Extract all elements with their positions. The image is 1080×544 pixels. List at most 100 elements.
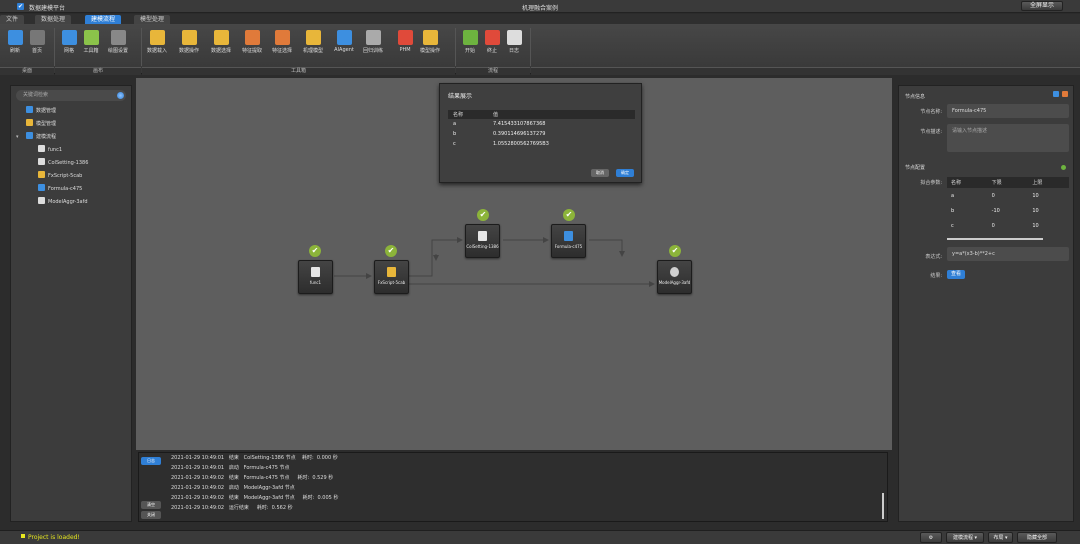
chevron-down-icon[interactable]: ▾ bbox=[16, 131, 19, 144]
node-desc-field[interactable]: 请输入节点描述 bbox=[947, 124, 1069, 152]
ribbon-button-label: 终止 bbox=[486, 48, 497, 54]
ribbon-button-ai-agent[interactable]: AIAgent bbox=[330, 28, 358, 60]
title-bar: ✔ 数据建模平台 机理融合案例 全屏显示 bbox=[0, 0, 1080, 13]
close-log-button[interactable]: 关闭 bbox=[141, 511, 161, 519]
refresh-icon[interactable] bbox=[1053, 91, 1059, 97]
ribbon-button-label: 开始 bbox=[464, 48, 475, 54]
node-label: ColSetting-1386 bbox=[466, 244, 499, 249]
view-result-button[interactable]: 查看 bbox=[947, 270, 965, 279]
tab-file[interactable]: 文件 bbox=[0, 15, 25, 24]
node-name-field[interactable]: Formula-c475 bbox=[947, 104, 1069, 118]
node-label: FxScript-5cab bbox=[377, 280, 406, 285]
cell-value: 1.05528005627695B3 bbox=[493, 141, 549, 147]
clear-log-button[interactable]: 清空 bbox=[141, 501, 161, 509]
params-scrollbar[interactable] bbox=[947, 238, 1043, 240]
ribbon-button-phm[interactable]: PHM bbox=[394, 28, 416, 60]
cell-name: b bbox=[951, 207, 955, 214]
tree-item-label: ColSetting-1386 bbox=[48, 160, 89, 166]
hide-all-button[interactable]: 隐藏全部 bbox=[1017, 532, 1057, 543]
cell-low[interactable]: 0 bbox=[988, 218, 1029, 233]
table-row[interactable]: c 0 10 bbox=[947, 218, 1069, 233]
ribbon-button-data-op[interactable]: 数据操作 bbox=[175, 28, 203, 60]
layout-dropdown-button[interactable]: 布局 ▾ bbox=[988, 532, 1013, 543]
search-input[interactable]: 关键词检索 bbox=[16, 90, 126, 101]
ribbon-button-log[interactable]: 日志 bbox=[503, 28, 525, 60]
tree-item[interactable]: 模型管理 bbox=[16, 118, 128, 131]
ribbon-button-data-load[interactable]: 数据载入 bbox=[143, 28, 171, 60]
ribbon-button-gear[interactable]: 绘图设置 bbox=[104, 28, 132, 60]
log-line: 2021-01-29 10:49:02 结束 ModelAggr-3afd 节点… bbox=[171, 495, 339, 501]
cell-name: c bbox=[453, 141, 456, 147]
cell-low[interactable]: -10 bbox=[988, 203, 1029, 218]
ribbon-button-play[interactable]: 开始 bbox=[459, 28, 481, 60]
refresh-icon bbox=[7, 30, 23, 45]
ribbon-button-feature-extract[interactable]: 特征提取 bbox=[238, 28, 266, 60]
table-row[interactable]: b -10 10 bbox=[947, 203, 1069, 218]
fullscreen-button[interactable]: 全屏显示 bbox=[1021, 1, 1063, 11]
tree-item[interactable]: ▾ 建模流程 bbox=[16, 131, 128, 144]
flow-canvas[interactable]: func1 ✔ FxScript-5cab ✔ ColSetting-1386 … bbox=[136, 78, 892, 450]
toolbox-icon bbox=[83, 30, 99, 45]
ribbon-button-mechanism-model[interactable]: 机理模型 bbox=[299, 28, 327, 60]
log-scrollbar[interactable] bbox=[882, 493, 884, 519]
success-check-icon: ✔ bbox=[669, 245, 681, 257]
tree-item[interactable]: FxScript-5cab bbox=[16, 170, 128, 183]
tree-item-label: FxScript-5cab bbox=[48, 173, 83, 179]
ribbon-button-label: 日志 bbox=[508, 48, 519, 54]
ribbon-button-stop[interactable]: 终止 bbox=[481, 28, 503, 60]
log-line: 2021-01-29 10:49:02 结束 Formula-c475 节点 耗… bbox=[171, 475, 334, 481]
node-colsetting[interactable]: ColSetting-1386 bbox=[465, 224, 500, 258]
ribbon-button-label: 机理模型 bbox=[302, 48, 323, 54]
ribbon-button-toolbox[interactable]: 工具箱 bbox=[80, 28, 102, 60]
tab-data-processing[interactable]: 数据处理 bbox=[35, 15, 72, 24]
cancel-button[interactable]: 取消 bbox=[591, 169, 609, 177]
gear-icon[interactable]: ⚙ bbox=[920, 532, 942, 543]
ribbon-button-grid[interactable]: 网格 bbox=[58, 28, 80, 60]
model-op-icon bbox=[422, 30, 438, 45]
flow-dropdown-button[interactable]: 建模流程 ▾ bbox=[946, 532, 984, 543]
ribbon-button-regression[interactable]: 回归训练 bbox=[359, 28, 387, 60]
node-func1[interactable]: func1 bbox=[298, 260, 333, 294]
search-icon[interactable] bbox=[117, 92, 124, 99]
cell-high[interactable]: 10 bbox=[1028, 218, 1069, 233]
confirm-button[interactable]: 确定 bbox=[616, 169, 634, 177]
cell-name: a bbox=[453, 121, 457, 127]
close-icon[interactable] bbox=[1062, 91, 1068, 97]
dialog-title: 结果展示 bbox=[448, 93, 473, 100]
node-modelaggr[interactable]: ModelAggr-3afd bbox=[657, 260, 692, 294]
ribbon-button-label: 网格 bbox=[63, 48, 74, 54]
table-row: c 1.05528005627695B3 bbox=[448, 139, 635, 149]
model-manage-icon bbox=[26, 119, 33, 126]
cell-high[interactable]: 10 bbox=[1028, 188, 1069, 203]
ribbon-button-home[interactable]: 首页 bbox=[26, 28, 48, 60]
tree-item-label: 建模流程 bbox=[36, 134, 57, 140]
ribbon-button-feature-select[interactable]: 特征选择 bbox=[268, 28, 296, 60]
tree-item[interactable]: Formula-c475 bbox=[16, 183, 128, 196]
ribbon-button-data-select[interactable]: 数据选择 bbox=[207, 28, 235, 60]
cell-low[interactable]: 0 bbox=[988, 188, 1029, 203]
tree-item[interactable]: 数据管理 bbox=[16, 105, 128, 118]
node-fxscript[interactable]: FxScript-5cab bbox=[374, 260, 409, 294]
node-formula[interactable]: Formula-c475 bbox=[551, 224, 586, 258]
tree-item[interactable]: ColSetting-1386 bbox=[16, 157, 128, 170]
tab-modeling-flow[interactable]: 建模流程 bbox=[85, 15, 122, 24]
tree-item[interactable]: func1 bbox=[16, 144, 128, 157]
node-label: ModelAggr-3afd bbox=[658, 280, 691, 285]
expression-field[interactable]: y=a*(x3-b)**2+c bbox=[947, 247, 1069, 261]
tree-item[interactable]: ModelAggr-3afd bbox=[16, 196, 128, 209]
node-label: Formula-c475 bbox=[554, 244, 583, 249]
window-title: 机理融合案例 bbox=[521, 5, 558, 12]
table-row[interactable]: a 0 10 bbox=[947, 188, 1069, 203]
ribbon-button-refresh[interactable]: 刷新 bbox=[4, 28, 26, 60]
tree-item-label: func1 bbox=[48, 147, 63, 153]
tab-model-processing[interactable]: 模型处理 bbox=[134, 15, 171, 24]
tree-item-label: 模型管理 bbox=[36, 121, 57, 127]
ribbon-button-model-op[interactable]: 模型操作 bbox=[416, 28, 444, 60]
log-tab[interactable]: 日志 bbox=[141, 457, 161, 465]
ribbon-button-label: 刷新 bbox=[9, 48, 20, 54]
cell-high[interactable]: 10 bbox=[1028, 203, 1069, 218]
file-icon bbox=[311, 267, 320, 277]
home-icon bbox=[29, 30, 45, 45]
status-message: Project is loaded! bbox=[21, 534, 80, 541]
search-placeholder: 关键词检索 bbox=[23, 92, 49, 98]
